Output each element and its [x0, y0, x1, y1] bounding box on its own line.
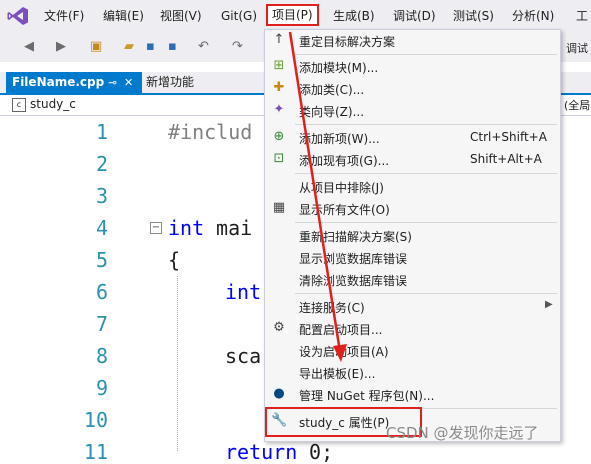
gear-icon: ⚙ [273, 320, 285, 335]
up-arrow-icon: ↑ [273, 32, 285, 47]
menu-separator [295, 222, 557, 223]
line-number: 8 [95, 344, 108, 368]
menu-separator [295, 173, 557, 174]
new-project-icon[interactable]: ▣ [90, 39, 102, 55]
undo-icon[interactable]: ↶ [198, 39, 209, 55]
menu-test[interactable]: 测试(S) [453, 8, 494, 24]
menu-edit[interactable]: 编辑(E) [103, 8, 144, 24]
line-number: 1 [95, 120, 108, 144]
menu-item-add-module[interactable]: ⊞ 添加模块(M)... [265, 57, 560, 77]
visual-studio-logo-icon[interactable] [7, 6, 29, 26]
menu-item-connected-services[interactable]: 连接服务(C) ▶ [265, 297, 560, 317]
project-icon: c [12, 98, 26, 112]
menu-item-clear-browse-db-errors[interactable]: 清除浏览数据库错误 [265, 270, 560, 290]
menu-separator [295, 124, 557, 125]
submenu-arrow-icon: ▶ [545, 299, 553, 310]
close-icon[interactable]: ✕ [124, 72, 133, 93]
line-number: 6 [95, 280, 108, 304]
menu-analyze[interactable]: 分析(N) [512, 8, 554, 24]
class-wizard-icon: ✦ [273, 102, 285, 117]
menu-git[interactable]: Git(G) [221, 8, 257, 24]
show-all-files-icon: ▦ [272, 200, 286, 215]
menu-item-set-as-startup[interactable]: 设为启动项目(A) [265, 341, 560, 361]
menu-item-add-existing-item[interactable]: ⊡ 添加现有项(G)... Shift+Alt+A [265, 150, 560, 170]
open-folder-icon[interactable]: ▰ [124, 39, 134, 55]
line-number: 5 [95, 248, 108, 272]
menu-item-show-browse-db-errors[interactable]: 显示浏览数据库错误 [265, 248, 560, 268]
code-line-brace: { [168, 248, 181, 272]
line-number: 10 [83, 408, 108, 432]
forward-icon[interactable]: ▶ [56, 39, 66, 55]
back-icon[interactable]: ◀ [24, 39, 34, 55]
toolbar-debug-label[interactable]: 调试 [566, 40, 588, 56]
menu-tools[interactable]: 工 [576, 8, 588, 24]
add-existing-item-icon: ⊡ [273, 151, 285, 166]
line-number: 4 [95, 216, 108, 240]
add-class-icon: ✚ [273, 80, 285, 95]
menu-view[interactable]: 视图(V) [160, 8, 202, 24]
tab-filename-cpp[interactable]: FileName.cpp ⊸ ✕ [6, 72, 142, 93]
save-all-icon[interactable]: ▪ [168, 39, 177, 55]
line-number: 7 [95, 312, 108, 336]
code-line-main: mai [204, 216, 253, 240]
menu-item-configure-startup[interactable]: ⚙ 配置启动项目... [265, 319, 560, 339]
menu-item-add-class[interactable]: ✚ 添加类(C)... [265, 79, 560, 99]
menu-item-manage-nuget[interactable]: ● 管理 NuGet 程序包(N)... [265, 385, 560, 405]
project-dropdown[interactable]: study_c [30, 97, 76, 111]
code-keyword-int: int [168, 216, 205, 240]
line-number: 9 [95, 376, 108, 400]
tab-new-features[interactable]: 新增功能 [140, 72, 200, 93]
menu-project[interactable]: 项目(P) [266, 4, 319, 26]
code-keyword-int: int [225, 280, 262, 304]
add-module-icon: ⊞ [273, 58, 285, 73]
menu-item-rescan-solution[interactable]: 重新扫描解决方案(S) [265, 226, 560, 246]
watermark-text: CSDN @发现你走远了 [386, 424, 539, 442]
menu-item-add-new-item[interactable]: ⊕ 添加新项(W)... Ctrl+Shift+A [265, 128, 560, 148]
project-menu-dropdown: ↑ 重定目标解决方案 ⊞ 添加模块(M)... ✚ 添加类(C)... ✦ 类向… [264, 29, 561, 442]
menu-file[interactable]: 文件(F) [44, 8, 84, 24]
menu-item-show-all-files[interactable]: ▦ 显示所有文件(O) [265, 199, 560, 219]
nuget-icon: ● [273, 386, 285, 401]
redo-icon[interactable]: ↷ [232, 39, 243, 55]
menu-item-retarget-solution[interactable]: ↑ 重定目标解决方案 [265, 31, 560, 51]
menu-item-export-template[interactable]: 导出模板(E)... [265, 363, 560, 383]
tab-label: FileName.cpp [12, 75, 105, 89]
line-number: 2 [95, 152, 108, 176]
line-number: 11 [83, 440, 108, 464]
line-number: 3 [95, 184, 108, 208]
indent-guide [177, 276, 178, 451]
menu-build[interactable]: 生成(B) [333, 8, 375, 24]
code-line-include: #includ [168, 120, 253, 144]
pin-icon[interactable]: ⊸ [108, 72, 117, 93]
code-line-scanf: sca [225, 344, 262, 368]
collapse-icon[interactable]: − [150, 222, 162, 234]
add-new-item-icon: ⊕ [273, 129, 285, 144]
menu-debug[interactable]: 调试(D) [393, 8, 436, 24]
tab-label: 新增功能 [146, 75, 195, 89]
scope-dropdown[interactable]: (全局 [564, 97, 590, 113]
menu-separator [295, 54, 557, 55]
code-keyword-return: return [225, 440, 298, 464]
code-line-return: 0; [297, 440, 334, 464]
menu-bar: 文件(F) 编辑(E) 视图(V) Git(G) 项目(P) 生成(B) 调试(… [0, 0, 591, 32]
menu-item-exclude-from-project[interactable]: 从项目中排除(J) [265, 177, 560, 197]
save-icon[interactable]: ▪ [146, 39, 155, 55]
menu-item-class-wizard[interactable]: ✦ 类向导(Z)... [265, 101, 560, 121]
menu-separator [295, 293, 557, 294]
